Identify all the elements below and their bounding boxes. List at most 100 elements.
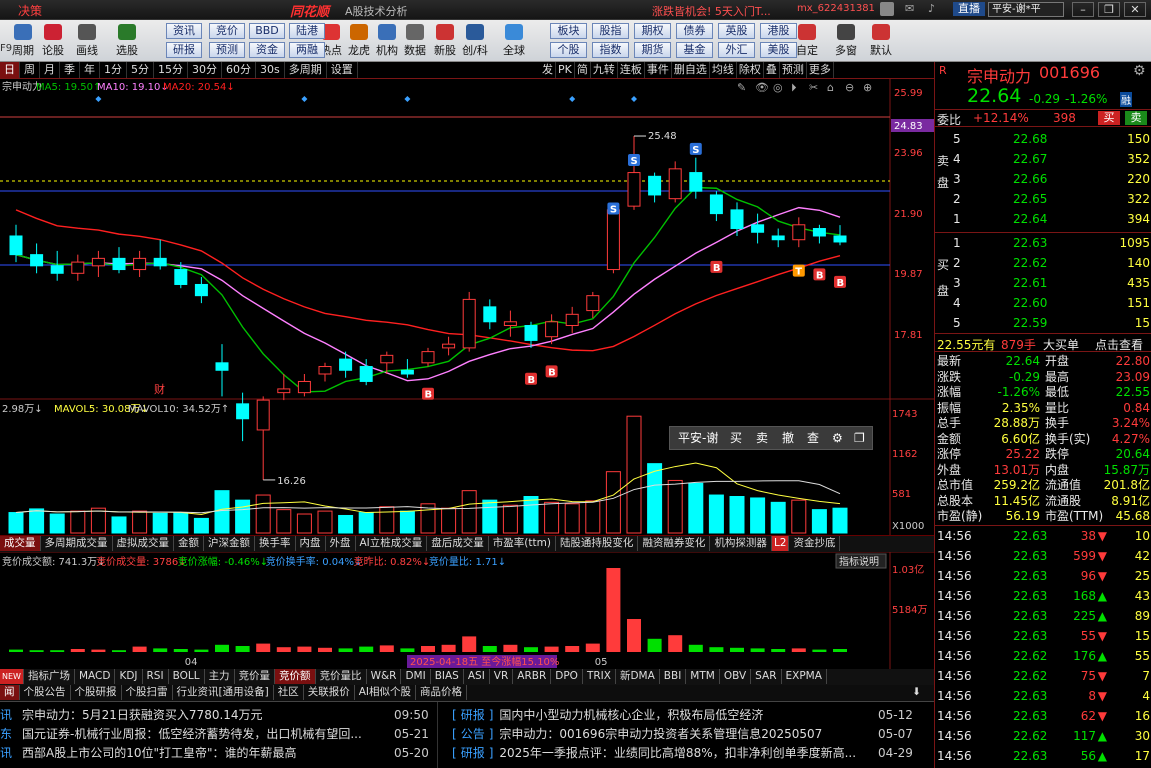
- period-tab-7[interactable]: 15分: [154, 62, 188, 78]
- candle[interactable]: [297, 373, 311, 397]
- toolbar-quick-button[interactable]: 板块: [550, 23, 587, 39]
- toolbar-quick-button[interactable]: 研报: [166, 42, 202, 58]
- candle[interactable]: [50, 250, 64, 281]
- settings-icon[interactable]: ⚙: [1133, 63, 1146, 79]
- chart-tool-icon[interactable]: ⌂: [827, 81, 834, 94]
- formula-tab-3[interactable]: RSI: [143, 669, 169, 684]
- trade-settings-icon[interactable]: ⚙: [832, 427, 843, 449]
- chart-tool-icon[interactable]: ✎: [737, 81, 746, 94]
- candle[interactable]: [215, 344, 229, 397]
- toolbar-ipo-button[interactable]: 新股: [430, 20, 460, 62]
- live-button[interactable]: 直播: [953, 2, 985, 16]
- toolbar-home-button[interactable]: 默认: [866, 20, 896, 62]
- chart-tool-4[interactable]: 连板: [618, 62, 645, 78]
- bids-row[interactable]: 1 22.63 1095: [935, 233, 1151, 253]
- chart-tool-icon[interactable]: ◎: [773, 81, 783, 94]
- period-tab-1[interactable]: 周: [20, 62, 40, 78]
- toolbar-quick-button[interactable]: 股指: [592, 23, 629, 39]
- event-diamond-icon[interactable]: [95, 96, 102, 102]
- chart-tool-5[interactable]: 事件: [645, 62, 672, 78]
- chart-tool-8[interactable]: 除权: [737, 62, 764, 78]
- indicator-tab-4[interactable]: 沪深金额: [204, 536, 255, 551]
- candle[interactable]: [833, 225, 847, 246]
- chart-tool-10[interactable]: 预测: [780, 62, 807, 78]
- period-tab-11[interactable]: 多周期: [285, 62, 327, 78]
- big-order-link[interactable]: 点击查看: [1095, 336, 1143, 353]
- asks-row[interactable]: 1 22.64 394: [935, 209, 1151, 229]
- period-tab-10[interactable]: 30s: [256, 62, 285, 78]
- toolbar-quick-button[interactable]: 资金: [249, 42, 285, 58]
- indicator-tab-0[interactable]: 成交量: [0, 536, 41, 551]
- news-item[interactable]: [研报] 国内中小型动力机械核心企业，积极布局低空经济 05-12: [452, 706, 912, 725]
- formula-tab-20[interactable]: OBV: [720, 669, 752, 684]
- event-diamond-icon[interactable]: [569, 96, 576, 102]
- toolbar-quick-button[interactable]: 债券: [676, 23, 713, 39]
- indicator-tab-6[interactable]: 内盘: [296, 536, 326, 551]
- toolbar-quick-button[interactable]: 竞价: [209, 23, 245, 39]
- financial-report-marker[interactable]: 财: [154, 382, 165, 396]
- formula-tab-0[interactable]: 指标广场: [24, 669, 75, 684]
- candle[interactable]: [648, 172, 662, 203]
- period-tab-6[interactable]: 5分: [127, 62, 154, 78]
- news-tab-7[interactable]: AI相似个股: [355, 685, 416, 700]
- toolbar-data-button[interactable]: 数据: [400, 20, 430, 62]
- toolbar-period-button[interactable]: 周期: [8, 20, 38, 62]
- indicator-tab-3[interactable]: 金额: [174, 536, 204, 551]
- formula-tab-6[interactable]: 竞价量: [235, 669, 276, 684]
- chart-tool-9[interactable]: 叠: [764, 62, 780, 78]
- period-tab-3[interactable]: 季: [60, 62, 80, 78]
- asks-row[interactable]: 3 22.66 220: [935, 169, 1151, 189]
- chart-tool-1[interactable]: PK: [556, 62, 575, 78]
- candle[interactable]: [318, 362, 332, 382]
- signal-buy-marker[interactable]: B: [834, 275, 846, 289]
- period-tab-8[interactable]: 30分: [188, 62, 222, 78]
- event-diamond-icon[interactable]: [301, 96, 308, 102]
- formula-tab-8[interactable]: 竞价量比: [316, 669, 367, 684]
- news-tab-2[interactable]: 个股研报: [71, 685, 122, 700]
- formula-tab-5[interactable]: 主力: [205, 669, 235, 684]
- toolbar-institution-button[interactable]: 机构: [372, 20, 402, 62]
- toolbar-quick-button[interactable]: 个股: [550, 42, 587, 58]
- candle[interactable]: [730, 202, 744, 236]
- candle[interactable]: [442, 336, 456, 356]
- candle[interactable]: [112, 247, 126, 274]
- formula-tab-1[interactable]: MACD: [75, 669, 116, 684]
- news-item[interactable]: 讯西部A股上市公司的10位"打工皇帝"：谁的年薪最高 05-20: [0, 744, 430, 763]
- indicator-tab-11[interactable]: 陆股通持股变化: [556, 536, 639, 551]
- toolbar-quick-button[interactable]: 美股: [760, 42, 797, 58]
- formula-tab-17[interactable]: 新DMA: [616, 669, 660, 684]
- news-tab-0[interactable]: 闻: [0, 685, 20, 700]
- indicator-tab-5[interactable]: 换手率: [255, 536, 296, 551]
- news-tab-3[interactable]: 个股扫雷: [122, 685, 173, 700]
- big-order-row[interactable]: 22.55元有 879手 大买单 点击查看: [935, 333, 1151, 352]
- bids-row[interactable]: 5 22.59 15: [935, 313, 1151, 333]
- candle[interactable]: [812, 224, 826, 244]
- buy-button[interactable]: 买: [1098, 111, 1120, 125]
- indicator-tab-14[interactable]: L2: [771, 536, 790, 551]
- formula-tab-2[interactable]: KDJ: [115, 669, 143, 684]
- indicator-tab-7[interactable]: 外盘: [326, 536, 356, 551]
- candle[interactable]: [256, 396, 270, 480]
- candle[interactable]: [606, 206, 620, 274]
- news-tab-4[interactable]: 行业资讯[通用设备]: [173, 685, 274, 700]
- signal-sell-marker[interactable]: S: [607, 202, 620, 216]
- asks-row[interactable]: 4 22.67 352: [935, 149, 1151, 169]
- candle[interactable]: [483, 299, 497, 330]
- toolbar-multiwindow-button[interactable]: 多窗: [831, 20, 861, 62]
- news-item[interactable]: [公告] 宗申动力：001696宗申动力投资者关系管理信息20250507 05-0…: [452, 725, 912, 744]
- formula-tab-16[interactable]: TRIX: [583, 669, 616, 684]
- toolbar-dragon-tiger-button[interactable]: 龙虎: [344, 20, 374, 62]
- toolbar-quick-button[interactable]: 港股: [760, 23, 797, 39]
- chart-tool-7[interactable]: 均线: [710, 62, 737, 78]
- mail-icon[interactable]: [880, 2, 894, 16]
- promo-link[interactable]: 涨跌皆机会! 5天入门T...: [652, 3, 771, 19]
- news-item[interactable]: 东国元证券-机械行业周报：低空经济蓄势待发，出口机械有望回... 05-21: [0, 725, 430, 744]
- trade-cancel-button[interactable]: 撤: [782, 427, 794, 449]
- candle[interactable]: [30, 243, 44, 274]
- news-item[interactable]: 讯宗申动力：5月21日获融资买入7780.14万元 09:50: [0, 706, 430, 725]
- toolbar-quick-button[interactable]: 期货: [634, 42, 671, 58]
- candle[interactable]: [565, 306, 579, 333]
- restore-icon[interactable]: ❐: [1098, 2, 1120, 17]
- kline-chart[interactable]: 25.99 24.83 23.96 21.90 19.87 17.81 25.48 16.26…: [0, 79, 935, 669]
- candle[interactable]: [71, 254, 85, 281]
